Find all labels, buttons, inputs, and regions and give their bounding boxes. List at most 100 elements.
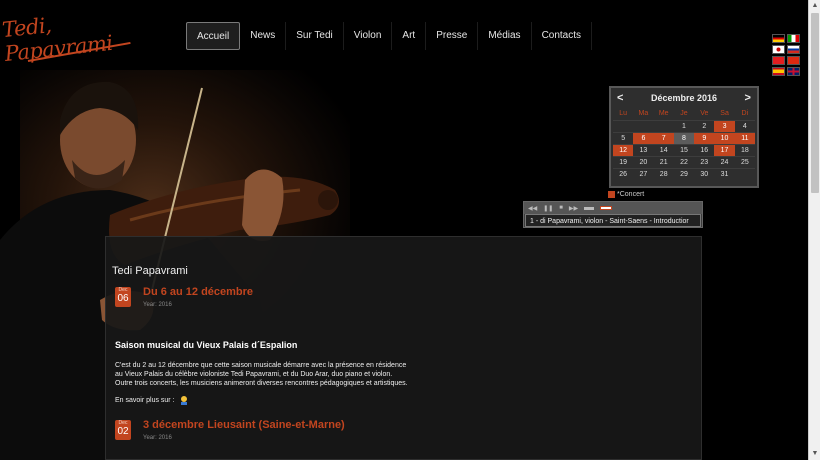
calendar-day[interactable]: 8	[673, 132, 695, 144]
concert-color-swatch	[608, 191, 615, 198]
main-nav: Accueil News Sur Tedi Violon Art Presse …	[186, 22, 593, 50]
weekday-label: Ve	[700, 110, 709, 117]
calendar-day[interactable]: 31	[714, 168, 735, 180]
site-logo[interactable]: Tedi, Papavrami	[1, 13, 136, 68]
read-more-label: En savoir plus sur :	[115, 396, 175, 404]
page-title: Tedi Papavrami	[112, 265, 188, 277]
calendar-day[interactable]: 23	[694, 156, 715, 168]
calendar-day[interactable]: 7	[653, 132, 674, 144]
calendar-empty-cell	[734, 168, 755, 180]
nav-item-contacts[interactable]: Contacts	[532, 22, 593, 50]
calendar-day[interactable]: 20	[633, 156, 654, 168]
calendar-day[interactable]: 24	[714, 156, 735, 168]
scrollbar-thumb[interactable]	[811, 13, 819, 193]
calendar-day[interactable]: 2	[694, 120, 715, 132]
legend-label: *Concert	[617, 191, 645, 198]
it-flag-icon[interactable]	[787, 34, 800, 43]
volume-slider[interactable]	[584, 206, 595, 210]
article-line-2: au Vieux Palais du célèbre violoniste Te…	[115, 371, 393, 378]
nav-item-art[interactable]: Art	[392, 22, 427, 50]
article-line-1: C'est du 2 au 12 décembre que cette sais…	[115, 362, 407, 369]
event-title-link[interactable]: 3 décembre Lieusaint (Saine-et-Marne)	[143, 419, 345, 431]
nav-item-presse[interactable]: Presse	[426, 22, 479, 50]
es-flag-icon[interactable]	[772, 67, 785, 76]
calendar-day[interactable]: 18	[734, 144, 755, 156]
vertical-scrollbar[interactable]: ▲ ▼	[808, 0, 820, 460]
calendar-day[interactable]: 15	[673, 144, 695, 156]
calendar-day[interactable]: 22	[673, 156, 695, 168]
date-badge: Dec 06	[115, 287, 131, 307]
calendar-legend: *Concert	[608, 191, 644, 198]
calendar-day[interactable]: 17	[714, 144, 735, 156]
calendar-day[interactable]: 27	[633, 168, 654, 180]
nav-item-sur-tedi[interactable]: Sur Tedi	[286, 22, 344, 50]
next-track-icon[interactable]: ▶▶	[569, 205, 578, 212]
audio-player: ◀◀ ❚❚ ■ ▶▶ 1 - di Papavrami, violon - Sa…	[523, 201, 703, 228]
calendar-empty-cell	[633, 120, 654, 132]
page: Tedi, Papavrami Accueil News Sur Tedi Vi…	[0, 0, 808, 460]
date-badge: Dec 02	[115, 420, 131, 440]
calendar-day[interactable]: 6	[633, 132, 654, 144]
nav-item-medias[interactable]: Médias	[478, 22, 532, 50]
calendar-prev-button[interactable]: <	[617, 92, 623, 104]
weekday-label: Lu	[619, 110, 628, 117]
calendar-next-button[interactable]: >	[745, 92, 751, 104]
scroll-up-icon[interactable]: ▲	[809, 0, 820, 12]
ru-flag-icon[interactable]	[787, 45, 800, 54]
main-content: Tedi Papavrami Dec 06 Du 6 au 12 décembr…	[105, 236, 702, 460]
read-more: En savoir plus sur :	[115, 394, 675, 406]
de-flag-icon[interactable]	[772, 34, 785, 43]
calendar-day[interactable]: 28	[653, 168, 674, 180]
nav-item-accueil[interactable]: Accueil	[186, 22, 241, 50]
calendar-day[interactable]: 3	[714, 120, 735, 132]
progress-bar[interactable]	[600, 206, 613, 210]
calendar-month-label: Décembre 2016	[650, 93, 718, 103]
weekday-label: Di	[741, 110, 749, 117]
calendar-day[interactable]: 30	[694, 168, 715, 180]
calendar-day[interactable]: 29	[673, 168, 695, 180]
language-switcher	[772, 34, 800, 76]
event-year: Year: 2016	[143, 435, 172, 441]
calendar-day[interactable]: 11	[734, 132, 755, 144]
pause-icon[interactable]: ❚❚	[543, 205, 553, 212]
calendar-day[interactable]: 26	[613, 168, 634, 180]
weekday-label: Ma	[638, 110, 649, 117]
calendar-day[interactable]: 10	[714, 132, 735, 144]
logo-text: Tedi, Papavrami	[0, 13, 114, 66]
calendar-day[interactable]: 13	[633, 144, 654, 156]
jp-flag-icon[interactable]	[772, 45, 785, 54]
calendar-grid: Lu Ma Me Je Ve Sa Di 1 2 3 4 5 6 7 8 9 10 11 12 13 14 15 16 17 1…	[613, 108, 755, 180]
event-year: Year: 2016	[143, 302, 172, 308]
event-calendar: < Décembre 2016 > Lu Ma Me Je Ve Sa Di 1 2 3 4 5 6 7 8…	[609, 86, 759, 188]
cn-flag-icon[interactable]	[787, 56, 800, 65]
event-title-link[interactable]: Du 6 au 12 décembre	[143, 286, 253, 298]
calendar-day[interactable]: 21	[653, 156, 674, 168]
scroll-down-icon[interactable]: ▼	[809, 448, 820, 460]
weekday-label: Sa	[720, 110, 729, 117]
al-flag-icon[interactable]	[772, 56, 785, 65]
calendar-day[interactable]: 5	[613, 132, 634, 144]
nav-item-news[interactable]: News	[240, 22, 287, 50]
calendar-day[interactable]: 19	[613, 156, 634, 168]
calendar-day[interactable]: 16	[694, 144, 715, 156]
track-title: 1 - di Papavrami, violon - Saint-Saens -…	[525, 214, 701, 227]
event-article: Saison musical du Vieux Palais d´Espalio…	[115, 340, 675, 406]
article-line-3: Outre trois concerts, les musiciens anim…	[115, 380, 408, 387]
stop-icon[interactable]: ■	[559, 205, 563, 211]
calendar-day[interactable]: 25	[734, 156, 755, 168]
calendar-header: < Décembre 2016 >	[613, 90, 755, 106]
calendar-day[interactable]: 9	[694, 132, 715, 144]
calendar-day[interactable]: 4	[734, 120, 755, 132]
gb-flag-icon[interactable]	[787, 67, 800, 76]
weekday-label: Me	[658, 110, 669, 117]
weekday-label: Je	[680, 110, 688, 117]
calendar-day[interactable]: 1	[673, 120, 695, 132]
calendar-day[interactable]: 12	[613, 144, 634, 156]
calendar-empty-cell	[613, 120, 634, 132]
prev-track-icon[interactable]: ◀◀	[528, 205, 537, 212]
partner-logo-icon[interactable]	[178, 394, 190, 406]
nav-item-violon[interactable]: Violon	[344, 22, 393, 50]
calendar-day[interactable]: 14	[653, 144, 674, 156]
article-heading: Saison musical du Vieux Palais d´Espalio…	[115, 340, 298, 350]
player-controls: ◀◀ ❚❚ ■ ▶▶	[524, 202, 702, 214]
